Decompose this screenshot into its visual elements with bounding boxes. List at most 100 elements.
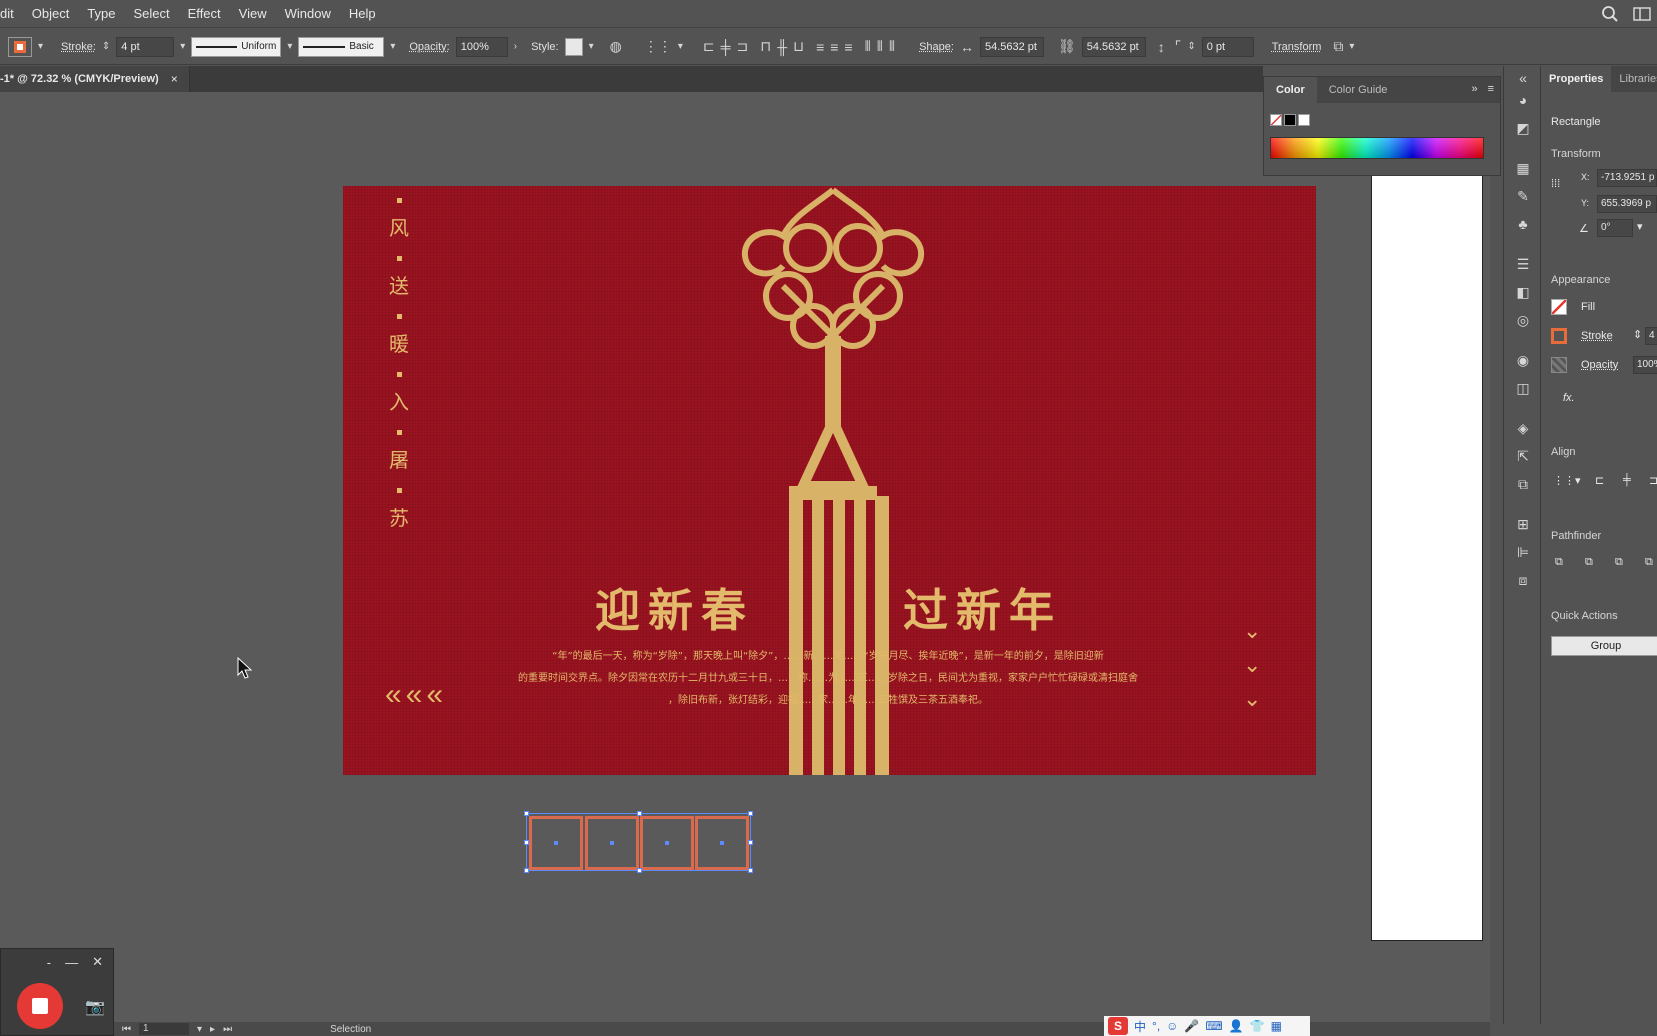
stepper-icon[interactable]: ⇕ bbox=[1633, 328, 1642, 341]
white-swatch[interactable] bbox=[1298, 114, 1310, 126]
none-swatch[interactable] bbox=[1270, 114, 1282, 126]
chevron-down-icon[interactable]: ▾ bbox=[287, 41, 292, 52]
distribute-bottom-icon[interactable]: ≡ bbox=[844, 39, 852, 55]
color-panel-icon[interactable]: ◕ bbox=[1514, 92, 1532, 108]
stroke-swatch[interactable] bbox=[1551, 328, 1567, 344]
layers-icon[interactable]: ◈ bbox=[1514, 420, 1532, 436]
chevron-down-icon[interactable]: ▾ bbox=[589, 41, 594, 52]
rotation-input[interactable]: 0° bbox=[1597, 219, 1633, 237]
headline-right[interactable]: 过新年 bbox=[903, 574, 1062, 639]
brushes-icon[interactable]: ✎ bbox=[1514, 188, 1532, 204]
resize-handle[interactable] bbox=[524, 868, 529, 873]
transform-label[interactable]: Transform bbox=[1272, 41, 1322, 53]
chevron-down-icon[interactable]: ▾ bbox=[678, 41, 683, 52]
graphic-styles-icon[interactable]: ◫ bbox=[1514, 380, 1532, 396]
opacity-input[interactable]: 100% bbox=[455, 36, 508, 57]
last-artboard-icon[interactable]: ⏭ bbox=[223, 1024, 232, 1035]
export-icon[interactable]: ⇱ bbox=[1514, 448, 1532, 464]
distribute-left-icon[interactable]: ⦀ bbox=[865, 38, 871, 55]
panel-menu-icon[interactable]: ≡ bbox=[1488, 83, 1494, 95]
align-left-icon[interactable]: ⊏ bbox=[1595, 474, 1604, 487]
artboard-number-input[interactable]: 1 bbox=[139, 1023, 189, 1035]
transform-panel-icon[interactable]: ⊞ bbox=[1514, 516, 1532, 532]
tab-properties[interactable]: Properties bbox=[1541, 66, 1612, 92]
menu-window[interactable]: Window bbox=[276, 6, 340, 21]
rectangle-3[interactable] bbox=[640, 816, 694, 870]
workspace-switcher-icon[interactable] bbox=[1633, 7, 1651, 21]
distribute-right-icon[interactable]: ⦀ bbox=[889, 38, 895, 55]
punctuation-mode[interactable]: °, bbox=[1152, 1019, 1160, 1033]
selected-rectangles-group[interactable] bbox=[524, 811, 753, 873]
stroke-panel-icon[interactable]: ☰ bbox=[1514, 256, 1532, 272]
rectangle-4[interactable] bbox=[695, 816, 749, 870]
swatches-icon[interactable]: ▦ bbox=[1514, 160, 1532, 176]
align-top-icon[interactable]: ⊓ bbox=[760, 38, 771, 55]
tab-color[interactable]: Color bbox=[1264, 77, 1317, 103]
color-guide-icon[interactable]: ◩ bbox=[1514, 120, 1532, 136]
minus-front-icon[interactable]: ⧉ bbox=[1585, 556, 1593, 569]
isolate-icon[interactable]: ⧉ bbox=[1333, 38, 1343, 55]
collapse-icon[interactable]: « bbox=[1514, 70, 1532, 86]
brush-definition[interactable]: Basic bbox=[298, 36, 385, 57]
align-horizontal-center-icon[interactable]: ╪ bbox=[721, 39, 731, 55]
search-icon[interactable] bbox=[1601, 5, 1619, 23]
align-to-icon[interactable]: ⋮⋮ bbox=[644, 38, 672, 55]
group-button[interactable]: Group bbox=[1551, 636, 1657, 656]
resize-handle[interactable] bbox=[524, 811, 529, 816]
artboards-icon[interactable]: ⧉ bbox=[1514, 476, 1532, 492]
menu-view[interactable]: View bbox=[230, 6, 276, 21]
fill-label[interactable]: Fill bbox=[1581, 301, 1595, 313]
resize-handle[interactable] bbox=[748, 840, 753, 845]
first-artboard-icon[interactable]: ⏮ bbox=[122, 1024, 131, 1035]
camera-icon[interactable]: 📷 bbox=[85, 997, 105, 1017]
chevron-right-icon[interactable]: › bbox=[514, 41, 517, 52]
canvas[interactable]: 风 送 暖 入 屠 苏 迎新春 过新年 “年”的最后一天，称为“岁除”，那天晚上… bbox=[0, 92, 1490, 1024]
reference-point-icon[interactable]: ⁞⁞⁞ bbox=[1551, 178, 1560, 190]
exclude-icon[interactable]: ⧉ bbox=[1645, 556, 1653, 569]
sogou-logo-icon[interactable]: S bbox=[1108, 1017, 1128, 1035]
stepper-icon[interactable]: ⇕ bbox=[102, 41, 110, 52]
fill-swatch[interactable] bbox=[1551, 299, 1567, 315]
corner-radius-input[interactable]: 0 pt bbox=[1201, 36, 1254, 57]
stroke-label[interactable]: Stroke bbox=[1581, 330, 1613, 342]
y-position-input[interactable]: 655.3969 p bbox=[1597, 195, 1657, 213]
stroke-swatch[interactable] bbox=[8, 36, 32, 57]
chevron-down-icon[interactable]: ▾ bbox=[180, 41, 185, 52]
resize-handle[interactable] bbox=[748, 811, 753, 816]
tab-color-guide[interactable]: Color Guide bbox=[1317, 77, 1400, 103]
distribute-horizontal-center-icon[interactable]: ⦀ bbox=[877, 38, 883, 55]
resize-handle[interactable] bbox=[637, 811, 642, 816]
resize-handle[interactable] bbox=[524, 840, 529, 845]
tab-libraries[interactable]: Libraries bbox=[1611, 66, 1657, 92]
headline-left[interactable]: 迎新春 bbox=[595, 574, 754, 639]
user-icon[interactable]: 👤 bbox=[1229, 1019, 1244, 1033]
microphone-icon[interactable]: 🎤 bbox=[1184, 1019, 1199, 1033]
resize-handle[interactable] bbox=[637, 868, 642, 873]
chevron-down-icon[interactable]: ▾ bbox=[1637, 220, 1643, 233]
align-bottom-icon[interactable]: ⊔ bbox=[793, 38, 804, 55]
intersect-icon[interactable]: ⧉ bbox=[1615, 556, 1623, 569]
emoji-icon[interactable]: ☺ bbox=[1166, 1019, 1178, 1033]
align-vertical-center-icon[interactable]: ╫ bbox=[777, 39, 787, 55]
unite-icon[interactable]: ⧉ bbox=[1555, 556, 1563, 569]
menu-type[interactable]: Type bbox=[78, 6, 124, 21]
chevron-down-icon[interactable]: ▾ bbox=[38, 41, 43, 52]
fx-button[interactable]: fx. bbox=[1563, 392, 1575, 404]
align-to-icon[interactable]: ⋮⋮▾ bbox=[1553, 474, 1581, 487]
shape-width-input[interactable]: 54.5632 pt bbox=[979, 36, 1044, 57]
recolor-artwork-icon[interactable]: ◍ bbox=[610, 38, 622, 55]
resize-handle[interactable] bbox=[748, 868, 753, 873]
distribute-top-icon[interactable]: ≡ bbox=[816, 39, 824, 55]
appearance-icon[interactable]: ◉ bbox=[1514, 352, 1532, 368]
next-artboard-icon[interactable]: ▸ bbox=[210, 1024, 215, 1035]
align-right-icon[interactable]: ⊐ bbox=[1649, 474, 1657, 487]
align-horizontal-center-icon[interactable]: ╪ bbox=[1623, 474, 1631, 486]
align-panel-icon[interactable]: ⊫ bbox=[1514, 544, 1532, 560]
chevron-down-icon[interactable]: ▾ bbox=[1349, 41, 1354, 52]
opacity-label[interactable]: Opacity bbox=[1581, 359, 1618, 371]
close-icon[interactable]: ✕ bbox=[92, 954, 103, 970]
minimize-small-icon[interactable]: - bbox=[47, 955, 51, 970]
pathfinder-panel-icon[interactable]: ⧈ bbox=[1514, 572, 1532, 588]
document-tab[interactable]: -1* @ 72.32 % (CMYK/Preview) × bbox=[0, 66, 190, 92]
stroke-weight-input[interactable]: 4 pt bbox=[116, 36, 175, 57]
